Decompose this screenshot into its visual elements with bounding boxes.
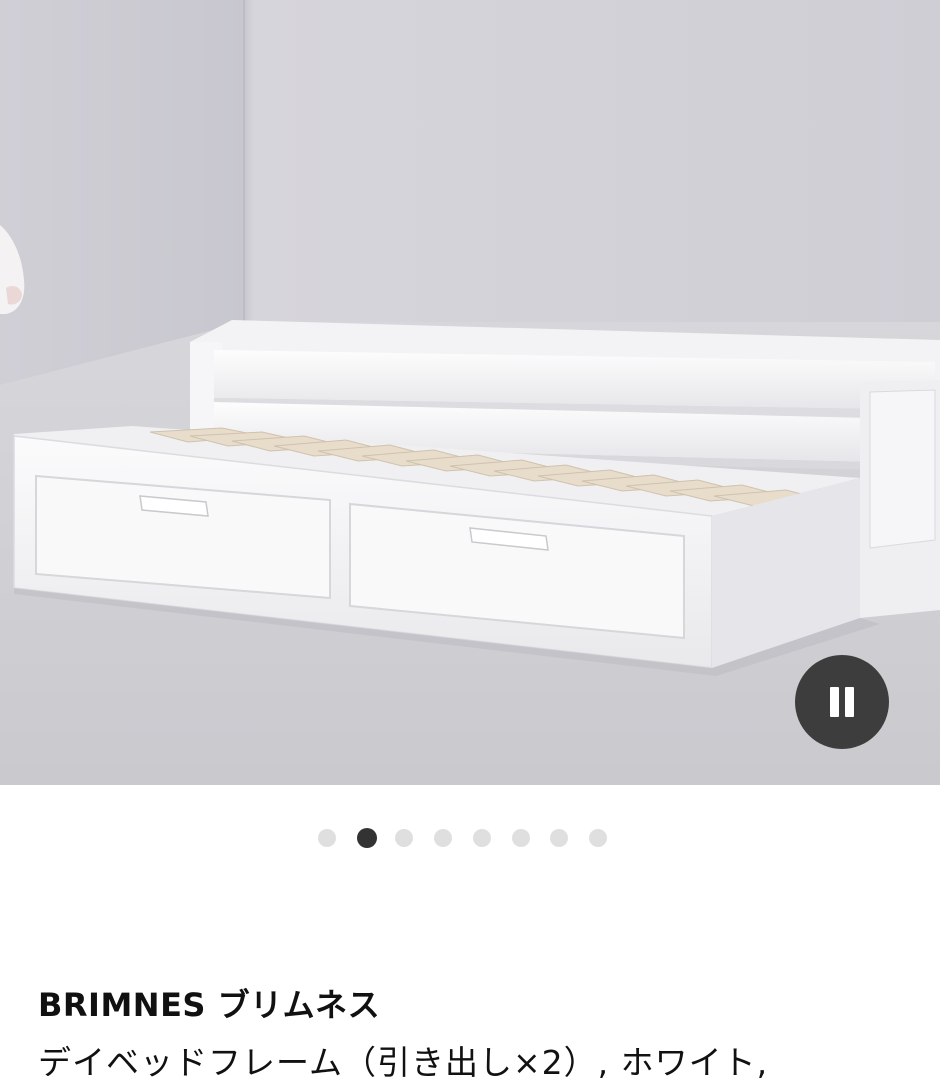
carousel-dots <box>0 828 940 848</box>
carousel-dot-6[interactable] <box>511 829 530 847</box>
carousel-dot-2[interactable] <box>356 828 377 848</box>
carousel-dot-7[interactable] <box>550 829 569 847</box>
product-image <box>0 0 940 785</box>
pause-button[interactable] <box>795 655 889 749</box>
product-media[interactable] <box>0 0 940 785</box>
carousel-dot-1[interactable] <box>318 829 336 847</box>
product-description: デイベッドフレーム（引き出し×2）, ホワイト, <box>38 1043 769 1080</box>
carousel-dot-8[interactable] <box>588 829 607 847</box>
product-name[interactable]: BRIMNES ブリムネス <box>38 980 380 1026</box>
carousel-dot-3[interactable] <box>395 829 414 847</box>
product-page: BRIMNES ブリムネス デイベッドフレーム（引き出し×2）, ホワイト, <box>0 0 940 1080</box>
carousel-dot-4[interactable] <box>434 829 453 847</box>
carousel-dot-5[interactable] <box>472 829 491 847</box>
